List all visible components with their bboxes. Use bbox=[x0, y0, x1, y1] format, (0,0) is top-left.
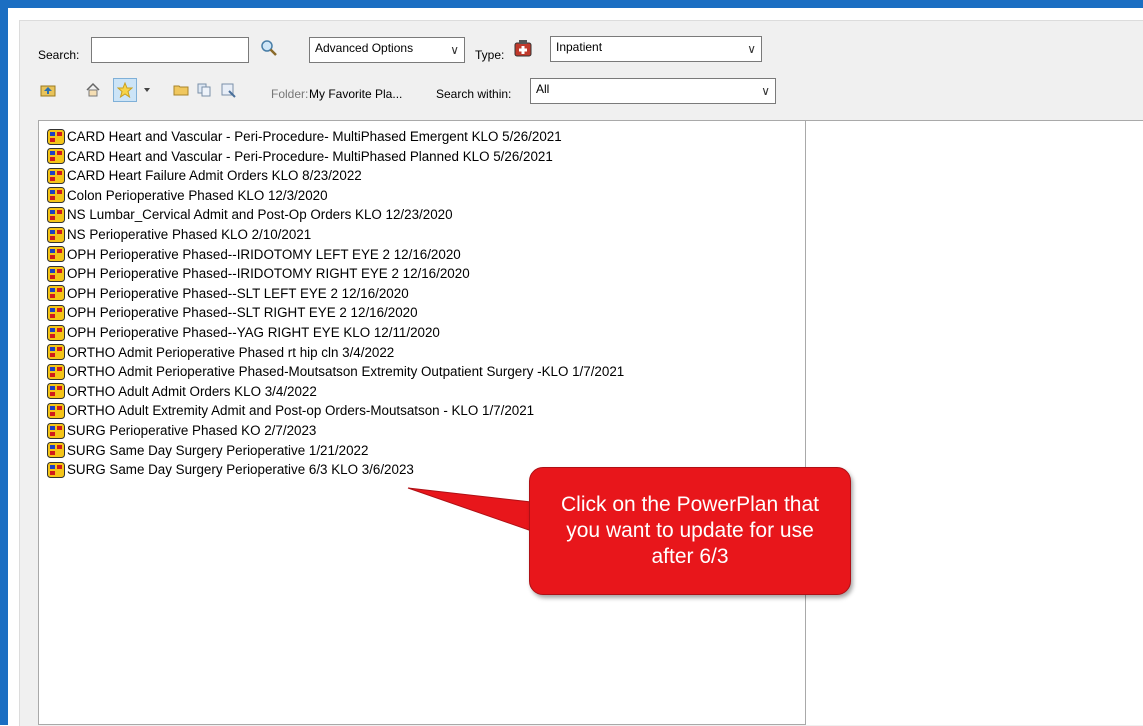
list-item[interactable]: ORTHO Admit Perioperative Phased rt hip … bbox=[47, 343, 394, 362]
search-within-label: Search within: bbox=[436, 87, 512, 101]
list-item-label: CARD Heart Failure Admit Orders KLO 8/23… bbox=[67, 168, 362, 184]
copy-icon[interactable] bbox=[194, 80, 214, 100]
list-item[interactable]: OPH Perioperative Phased--SLT RIGHT EYE … bbox=[47, 303, 418, 322]
list-item[interactable]: SURG Same Day Surgery Perioperative 6/3 … bbox=[47, 460, 414, 479]
list-item[interactable]: SURG Perioperative Phased KO 2/7/2023 bbox=[47, 421, 316, 440]
list-item-label: CARD Heart and Vascular - Peri-Procedure… bbox=[67, 148, 553, 164]
list-item-label: OPH Perioperative Phased--SLT LEFT EYE 2… bbox=[67, 285, 409, 301]
powerplan-icon bbox=[47, 442, 65, 459]
powerplan-icon bbox=[47, 206, 65, 223]
chevron-down-icon: ∨ bbox=[747, 42, 756, 56]
chevron-down-icon: ∨ bbox=[761, 84, 770, 98]
list-item-label: Colon Perioperative Phased KLO 12/3/2020 bbox=[67, 187, 328, 203]
powerplan-icon bbox=[47, 461, 65, 478]
powerplan-icon bbox=[47, 422, 65, 439]
medical-kit-icon bbox=[513, 38, 533, 58]
powerplan-icon bbox=[47, 285, 65, 302]
powerplan-search-window: Search: Advanced Options ∨ Type: Inpatie… bbox=[0, 0, 1143, 726]
type-label: Type: bbox=[475, 48, 505, 62]
powerplan-icon bbox=[47, 383, 65, 400]
list-item[interactable]: NS Perioperative Phased KLO 2/10/2021 bbox=[47, 225, 311, 244]
powerplan-list[interactable]: CARD Heart and Vascular - Peri-Procedure… bbox=[38, 120, 806, 725]
list-item-label: CARD Heart and Vascular - Peri-Procedure… bbox=[67, 129, 562, 144]
folder-value: My Favorite Pla... bbox=[309, 87, 403, 101]
search-label: Search: bbox=[38, 48, 80, 62]
instruction-callout: Click on the PowerPlan that you want to … bbox=[529, 467, 851, 595]
search-input[interactable] bbox=[91, 37, 249, 63]
list-item-label: ORTHO Adult Admit Orders KLO 3/4/2022 bbox=[67, 383, 317, 399]
properties-icon[interactable] bbox=[218, 80, 238, 100]
powerplan-icon bbox=[47, 265, 65, 282]
list-item[interactable]: OPH Perioperative Phased--SLT LEFT EYE 2… bbox=[47, 284, 409, 303]
list-item[interactable]: CARD Heart Failure Admit Orders KLO 8/23… bbox=[47, 166, 362, 185]
powerplan-icon bbox=[47, 187, 65, 204]
search-icon[interactable] bbox=[259, 38, 279, 58]
list-item[interactable]: ORTHO Adult Admit Orders KLO 3/4/2022 bbox=[47, 382, 317, 401]
chevron-down-icon[interactable] bbox=[140, 80, 154, 100]
powerplan-icon bbox=[47, 304, 65, 321]
callout-text: Click on the PowerPlan that you want to … bbox=[561, 493, 819, 568]
list-item-label: SURG Same Day Surgery Perioperative 1/21… bbox=[67, 442, 369, 458]
list-item[interactable]: CARD Heart and Vascular - Peri-Procedure… bbox=[47, 127, 562, 146]
star-icon bbox=[117, 82, 133, 98]
powerplan-icon bbox=[47, 128, 65, 145]
powerplan-icon bbox=[47, 344, 65, 361]
list-item-label: OPH Perioperative Phased--IRIDOTOMY RIGH… bbox=[67, 266, 470, 282]
list-item-label: NS Perioperative Phased KLO 2/10/2021 bbox=[67, 227, 312, 242]
list-item[interactable]: ORTHO Admit Perioperative Phased-Moutsat… bbox=[47, 362, 624, 381]
advanced-options-dropdown[interactable]: Advanced Options ∨ bbox=[309, 37, 465, 63]
list-item-label: ORTHO Adult Extremity Admit and Post-op … bbox=[67, 403, 535, 419]
powerplan-icon bbox=[47, 167, 65, 184]
chevron-down-icon: ∨ bbox=[450, 43, 459, 57]
powerplan-icon bbox=[47, 363, 65, 380]
list-item[interactable]: NS Lumbar_Cervical Admit and Post-Op Ord… bbox=[47, 205, 453, 224]
list-item-label: NS Lumbar_Cervical Admit and Post-Op Ord… bbox=[67, 207, 453, 223]
list-item-label: SURG Perioperative Phased KO 2/7/2023 bbox=[67, 423, 317, 438]
home-icon[interactable] bbox=[83, 80, 103, 100]
list-item-label: OPH Perioperative Phased--SLT RIGHT EYE … bbox=[67, 305, 418, 321]
type-dropdown[interactable]: Inpatient ∨ bbox=[550, 36, 762, 62]
powerplan-icon bbox=[47, 226, 65, 243]
list-item[interactable]: Colon Perioperative Phased KLO 12/3/2020 bbox=[47, 186, 328, 205]
advanced-options-label: Advanced Options bbox=[315, 41, 414, 55]
powerplan-icon bbox=[47, 324, 65, 341]
folder-up-icon[interactable] bbox=[38, 80, 58, 100]
favorites-star-button[interactable] bbox=[113, 78, 137, 102]
list-item-label: ORTHO Admit Perioperative Phased-Moutsat… bbox=[67, 364, 625, 380]
list-item[interactable]: ORTHO Adult Extremity Admit and Post-op … bbox=[47, 401, 534, 420]
window-title-bar bbox=[0, 0, 1143, 8]
list-item[interactable]: OPH Perioperative Phased--IRIDOTOMY LEFT… bbox=[47, 245, 461, 264]
list-item-label: ORTHO Admit Perioperative Phased rt hip … bbox=[67, 344, 395, 360]
list-item[interactable]: OPH Perioperative Phased--IRIDOTOMY RIGH… bbox=[47, 264, 470, 283]
powerplan-icon bbox=[47, 148, 65, 165]
list-item[interactable]: CARD Heart and Vascular - Peri-Procedure… bbox=[47, 147, 553, 166]
list-item-label: OPH Perioperative Phased--IRIDOTOMY LEFT… bbox=[67, 246, 461, 262]
list-item-label: OPH Perioperative Phased--YAG RIGHT EYE … bbox=[67, 325, 440, 340]
search-within-value: All bbox=[536, 82, 550, 96]
list-item-label: SURG Same Day Surgery Perioperative 6/3 … bbox=[67, 462, 414, 478]
powerplan-icon bbox=[47, 402, 65, 419]
preview-pane bbox=[806, 120, 1143, 725]
type-value: Inpatient bbox=[556, 40, 603, 54]
folder-icon[interactable] bbox=[171, 80, 191, 100]
powerplan-icon bbox=[47, 246, 65, 263]
search-within-dropdown[interactable]: All ∨ bbox=[530, 78, 776, 104]
folder-label: Folder: bbox=[271, 87, 309, 101]
window-left-border bbox=[0, 8, 8, 725]
list-item[interactable]: SURG Same Day Surgery Perioperative 1/21… bbox=[47, 441, 368, 460]
list-item[interactable]: OPH Perioperative Phased--YAG RIGHT EYE … bbox=[47, 323, 440, 342]
